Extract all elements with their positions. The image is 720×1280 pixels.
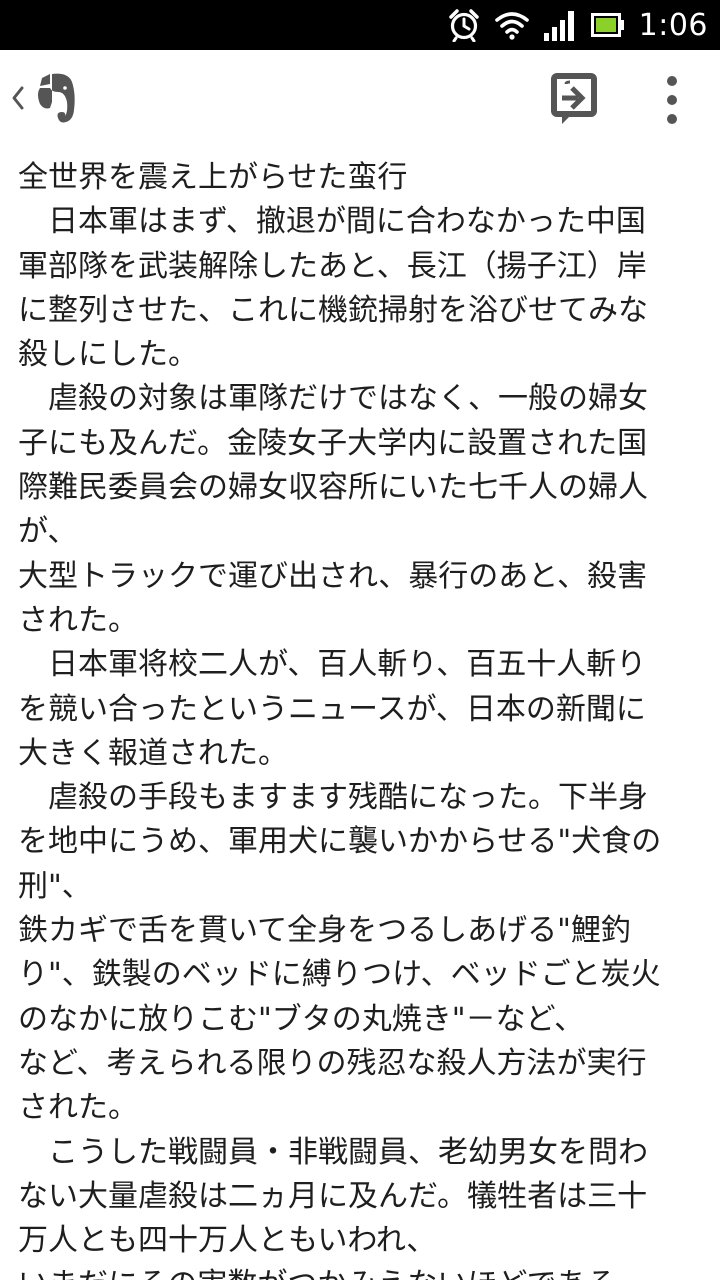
action-bar <box>0 50 720 146</box>
note-line: を競い合ったというニュースが、日本の新聞に <box>18 691 646 727</box>
share-note-icon[interactable] <box>548 72 604 128</box>
note-body: 全世界を震え上がらせた蛮行 日本軍はまず、撤退が間に合わなかった中国 軍部隊を武… <box>18 156 708 1280</box>
note-line: いまだにその実数がつかみえないほどである。 <box>18 1263 708 1280</box>
note-line: のなかに放りこむ"ブタの丸焼き"－など、 <box>18 1001 585 1037</box>
chevron-left-icon[interactable] <box>8 80 28 116</box>
note-line: ない大量虐殺は二ヵ月に及んだ。犠牲者は三十 <box>18 1178 648 1214</box>
note-line: 殺しにした。 <box>18 337 198 373</box>
note-line: 鉄カギで舌を貫いて全身をつるしあげる"鯉釣 <box>18 913 631 949</box>
note-line: 刑"、 <box>18 868 92 904</box>
note-line: り"、鉄製のベッドに縛りつけ、ベッドごと炭火 <box>18 957 661 993</box>
note-line: された。 <box>18 602 138 638</box>
signal-icon <box>543 9 577 41</box>
note-line: に整列させた、これに機銃掃射を浴びせてみな <box>18 292 648 328</box>
note-line: 虐殺の対象は軍隊だけではなく、一般の婦女 <box>18 381 648 417</box>
note-line: 軍部隊を武装解除したあと、長江（揚子江）岸 <box>18 248 647 284</box>
note-line: 虐殺の手段もますます残酷になった。下半身 <box>18 780 648 816</box>
status-icons: 1:06 <box>447 0 708 50</box>
note-line: 日本軍将校二人が、百人斬り、百五十人斬り <box>18 647 647 683</box>
battery-icon <box>590 13 625 37</box>
status-clock: 1:06 <box>638 7 708 43</box>
note-line: された。 <box>18 1090 138 1126</box>
wifi-icon <box>494 10 529 40</box>
note-line: 大型トラックで運び出され、暴行のあと、殺害 <box>18 558 648 594</box>
note-line: が、 <box>18 514 78 550</box>
overflow-menu-icon[interactable] <box>648 72 696 128</box>
note-line: 日本軍はまず、撤退が間に合わなかった中国 <box>18 204 646 240</box>
note-line: こうした戦闘員・非戦闘員、老幼男女を問わ <box>18 1134 648 1170</box>
note-line: 際難民委員会の婦女収容所にいた七千人の婦人 <box>18 470 648 506</box>
note-line: など、考えられる限りの残忍な殺人方法が実行 <box>18 1045 647 1081</box>
note-line: 万人とも四十万人ともいわれ、 <box>18 1223 437 1259</box>
note-line: 大きく報道された。 <box>18 735 288 771</box>
status-bar: 1:06 <box>0 0 720 50</box>
note-line: を地中にうめ、軍用犬に襲いかからせる"犬食の <box>18 824 662 860</box>
note-title: 全世界を震え上がらせた蛮行 <box>18 160 408 195</box>
note-line: 子にも及んだ。金陵女子大学内に設置された国 <box>18 425 648 461</box>
alarm-icon <box>447 8 481 42</box>
evernote-elephant-icon[interactable] <box>32 72 80 126</box>
